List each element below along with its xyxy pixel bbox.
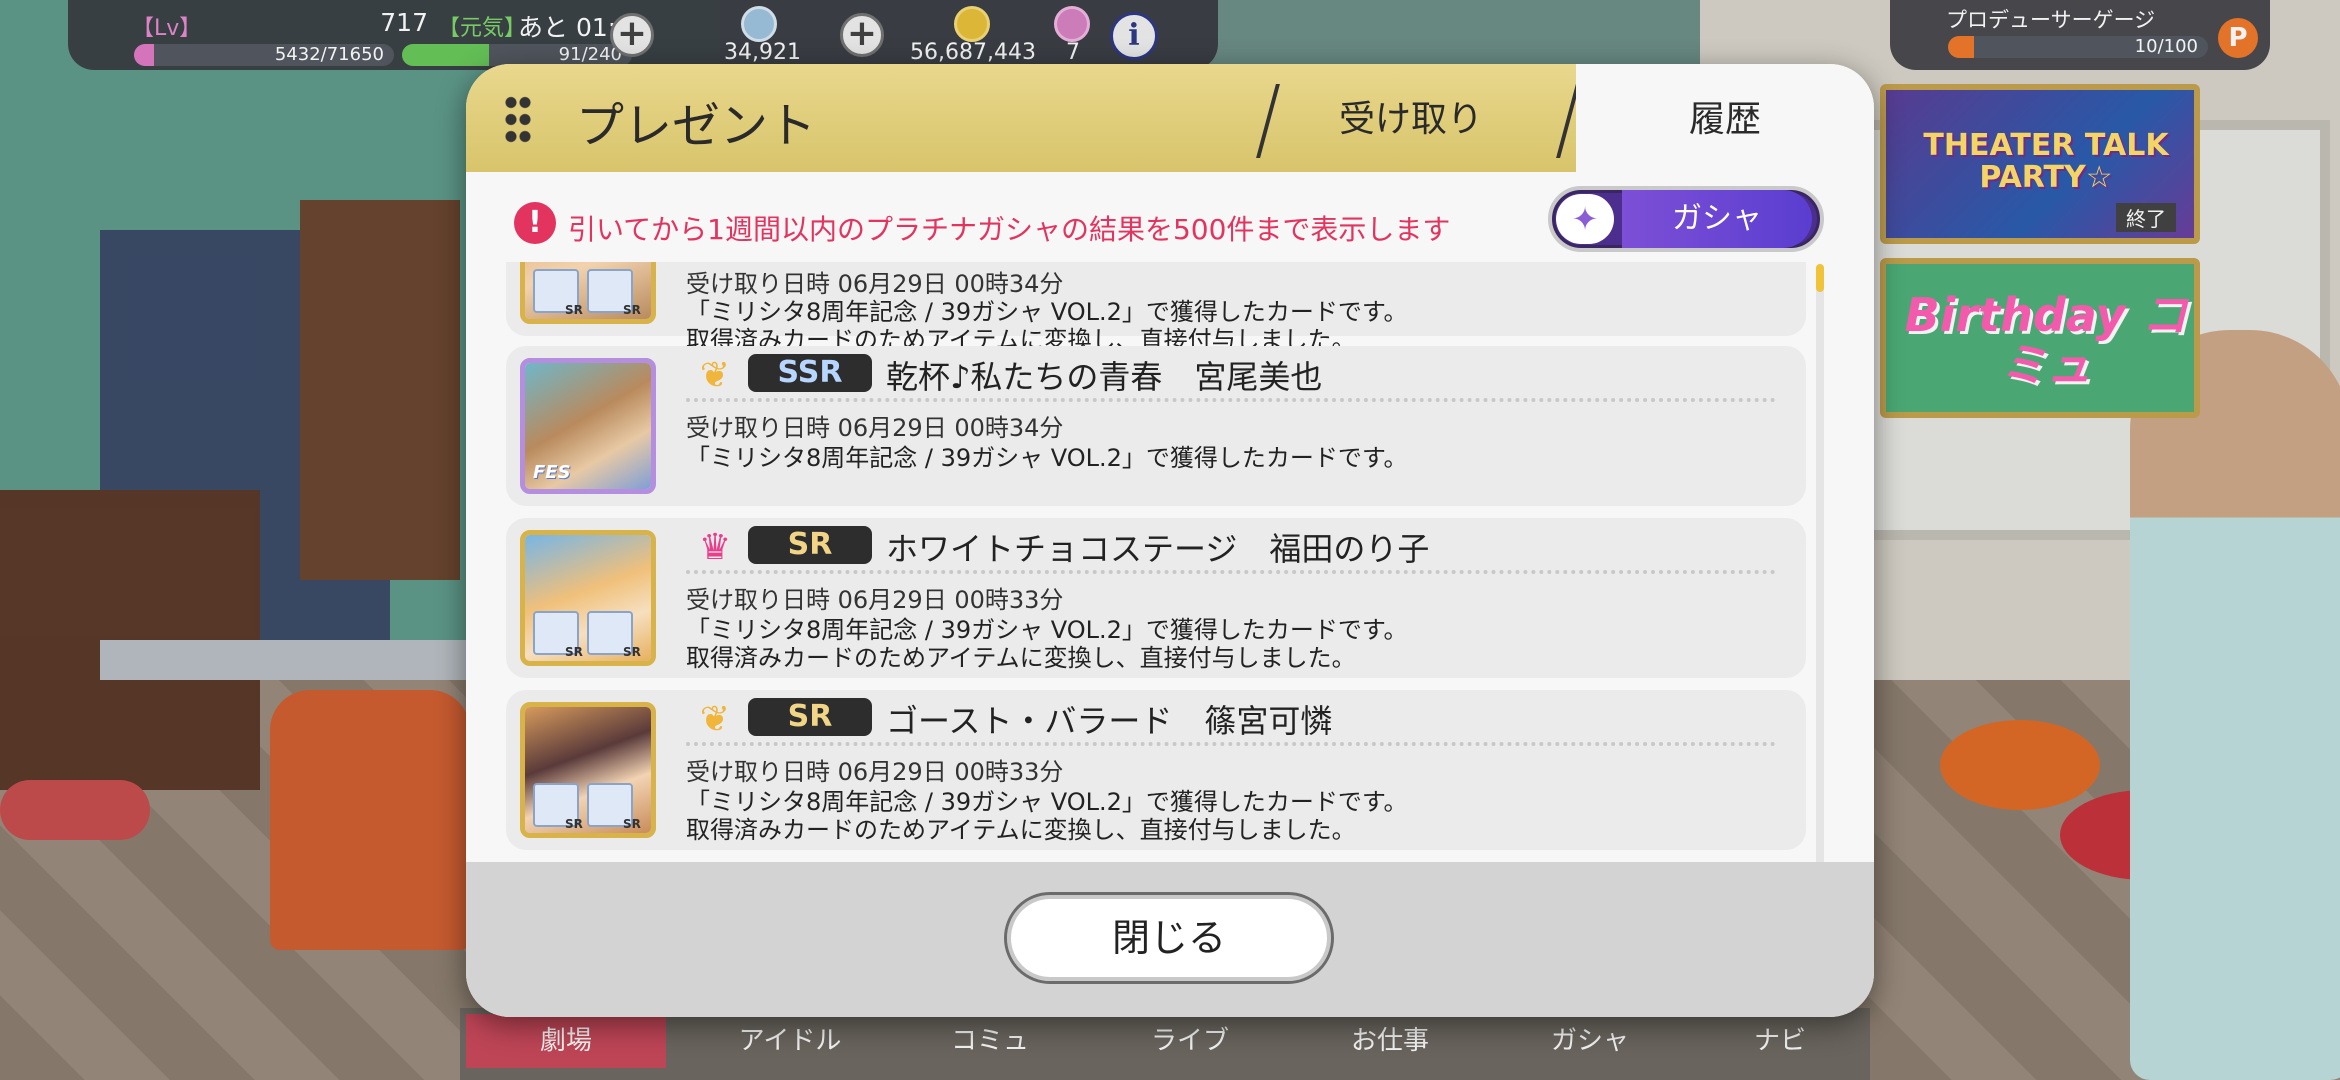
badge-label: SR xyxy=(565,817,583,831)
rarity-badge: SSR xyxy=(748,354,872,392)
tab-receive[interactable]: 受け取り xyxy=(1286,64,1536,172)
gacha-filter-label: ガシャ xyxy=(1622,190,1812,248)
list-item: SR SR ❦ SR ゴースト・バラード 篠宮可憐 受け取り日時 06月29日 … xyxy=(506,690,1806,850)
card-name: ホワイトチョコステージ 福田のり子 xyxy=(886,530,1430,568)
butterfly-icon: ✦ xyxy=(1556,194,1614,244)
card-thumbnail[interactable]: FES xyxy=(520,358,656,494)
divider xyxy=(686,398,1776,402)
princess-crown-icon: ♛ xyxy=(698,527,732,568)
fairy-wing-icon: ❦ xyxy=(699,355,731,396)
tab-divider xyxy=(1256,84,1280,158)
list-item: SR SR ♛ SR ホワイトチョコステージ 福田のり子 受け取り日時 06月2… xyxy=(506,518,1806,678)
badge-label: SR xyxy=(623,645,641,659)
rarity-badge: SR xyxy=(748,526,872,564)
gacha-filter-toggle[interactable]: ✦ ガシャ xyxy=(1548,186,1824,252)
scrollbar-thumb[interactable] xyxy=(1816,264,1824,292)
dialog-title: プレゼント xyxy=(576,98,817,154)
card-thumbnail[interactable]: SR SR xyxy=(520,262,656,324)
fairy-wing-icon: ❦ xyxy=(699,699,731,740)
card-thumbnail[interactable]: SR SR xyxy=(520,702,656,838)
present-dialog: プレゼント 受け取り 履歴 ! 引いてから1週間以内のプラチナガシャの結果を50… xyxy=(466,64,1874,1017)
list-scrollbar[interactable] xyxy=(1816,264,1824,914)
list-item: SR SR 受け取り日時 06月29日 00時34分 「ミリシタ8周年記念 / … xyxy=(506,262,1806,354)
warning-icon: ! xyxy=(514,202,556,244)
badge-label: SR xyxy=(565,303,583,317)
tab-history[interactable]: 履歴 xyxy=(1576,64,1874,172)
present-history-list[interactable]: SR SR 受け取り日時 06月29日 00時34分 「ミリシタ8周年記念 / … xyxy=(506,262,1806,914)
rarity-badge: SR xyxy=(748,698,872,736)
drag-handle-icon xyxy=(504,94,532,146)
dialog-header: プレゼント 受け取り 履歴 xyxy=(466,64,1874,172)
notice-text: 引いてから1週間以内のプラチナガシャの結果を500件まで表示します xyxy=(568,213,1451,246)
badge-label: SR xyxy=(565,645,583,659)
card-name: 乾杯♪私たちの青春 宮尾美也 xyxy=(886,358,1323,396)
card-name: ゴースト・バラード 篠宮可憐 xyxy=(886,702,1333,740)
description-line: 取得済みカードのためアイテムに変換し、直接付与しました。 xyxy=(686,644,1356,672)
divider xyxy=(686,570,1776,574)
badge-label: SR xyxy=(623,817,641,831)
badge-label: SR xyxy=(623,303,641,317)
close-button[interactable]: 閉じる xyxy=(1004,892,1334,984)
description-line: 取得済みカードのためアイテムに変換し、直接付与しました。 xyxy=(686,816,1356,844)
card-thumbnail[interactable]: SR SR xyxy=(520,530,656,666)
list-item: FES ❦ SSR 乾杯♪私たちの青春 宮尾美也 受け取り日時 06月29日 0… xyxy=(506,346,1806,506)
fes-badge: FES xyxy=(533,462,571,483)
divider xyxy=(686,742,1776,746)
description-line: 「ミリシタ8周年記念 / 39ガシャ VOL.2」で獲得したカードです。 xyxy=(686,444,1408,472)
